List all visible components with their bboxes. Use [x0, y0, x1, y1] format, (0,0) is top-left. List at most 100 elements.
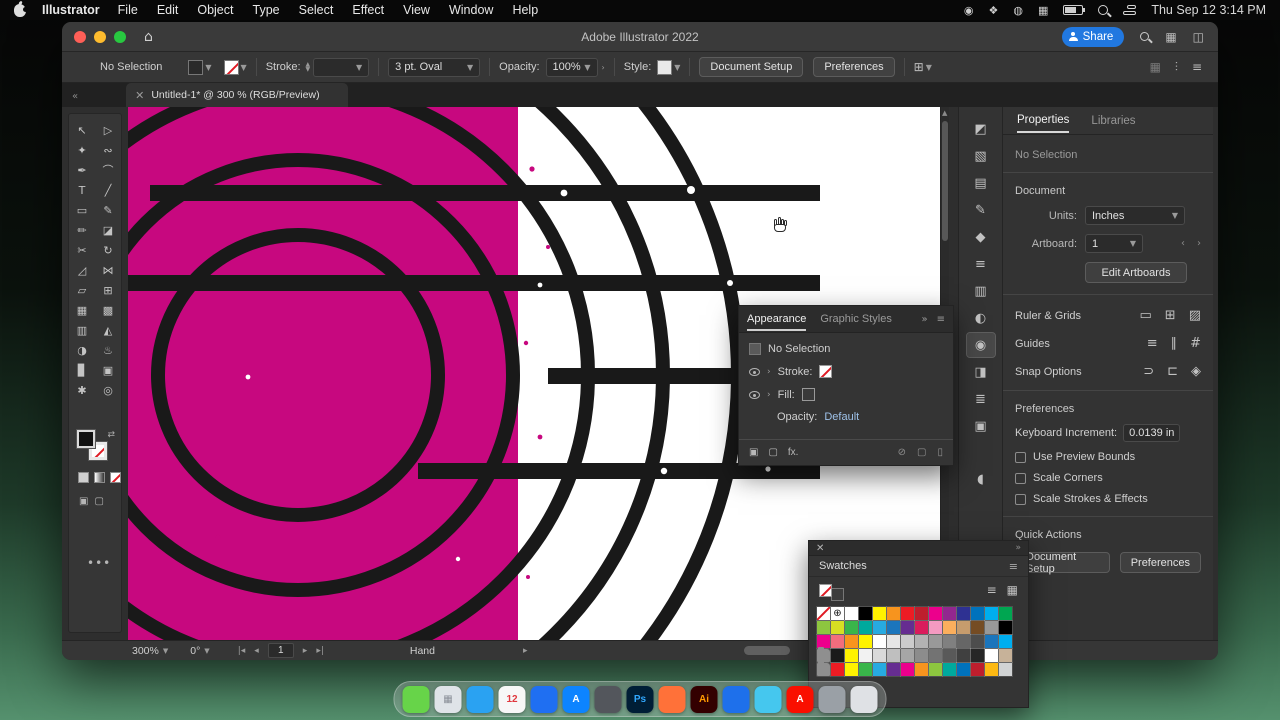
dock-app-photoshop[interactable]: Ps	[626, 685, 654, 713]
use-preview-bounds-checkbox[interactable]	[1015, 451, 1026, 463]
swatch-00a651[interactable]	[998, 606, 1013, 621]
arrange-documents-icon[interactable]: ▦	[1165, 30, 1176, 44]
close-swatches-icon[interactable]: ✕	[816, 543, 824, 554]
tool-pencil[interactable]: ✏	[69, 220, 95, 240]
menubar-clock[interactable]: Thu Sep 12 3:14 PM	[1151, 3, 1266, 17]
workspace-switcher-icon[interactable]: ◫	[1193, 30, 1204, 44]
swatch-00aeef[interactable]	[998, 634, 1013, 649]
minimize-window-button[interactable]	[94, 30, 106, 43]
lock-guides-icon[interactable]: ∥	[1171, 336, 1178, 351]
tool-rotate[interactable]: ↻	[95, 240, 121, 260]
next-artboard-icon[interactable]: ›	[1197, 238, 1201, 249]
swatch-27aae1[interactable]	[872, 662, 887, 677]
tool-eyedropper[interactable]: ◭	[95, 320, 121, 340]
appearance-menu-icon[interactable]: ≡	[937, 314, 945, 325]
swatch-39b54a[interactable]	[844, 620, 859, 635]
edit-artboards-button[interactable]: Edit Artboards	[1085, 262, 1187, 283]
swatch-d1d3d4[interactable]	[998, 662, 1013, 677]
gradient-panel-icon[interactable]: ▥	[967, 279, 995, 303]
tool-rectangle[interactable]: ▭	[69, 200, 95, 220]
swatch-999999[interactable]	[984, 620, 999, 635]
menu-file[interactable]: File	[118, 3, 138, 17]
align-chevron-icon[interactable]: ▼	[926, 63, 932, 72]
swatch-0072bc[interactable]	[956, 662, 971, 677]
grid-view-icon[interactable]: ▦	[1007, 583, 1018, 597]
swatch-da1c5c[interactable]	[914, 620, 929, 635]
control-center-icon[interactable]	[1123, 4, 1137, 16]
style-chevron-icon[interactable]: ▼	[674, 63, 680, 72]
stroke-visibility-icon[interactable]	[749, 367, 760, 376]
swatch-595959[interactable]	[942, 648, 957, 663]
swatch-754c24[interactable]	[970, 620, 985, 635]
layers-panel-icon[interactable]: ≣	[967, 387, 995, 411]
swatch-ed1c24[interactable]	[900, 606, 915, 621]
tool-scale[interactable]: ◿	[69, 260, 95, 280]
home-icon[interactable]: ⌂	[144, 29, 153, 45]
swatch-ed1c24[interactable]	[830, 662, 845, 677]
fill-disclosure-icon[interactable]: ›	[767, 390, 771, 400]
swatches-menu-icon[interactable]: ≡	[1009, 560, 1018, 573]
tool-column-graph[interactable]: ▊	[69, 360, 95, 380]
tool-perspective-grid[interactable]: ▦	[69, 300, 95, 320]
panel-menu-icon[interactable]: ≡	[1192, 60, 1202, 75]
swatch-e6e6e6[interactable]	[886, 634, 901, 649]
close-document-icon[interactable]: ✕	[135, 89, 144, 102]
first-artboard-icon[interactable]: |◂	[238, 646, 246, 656]
show-rulers-icon[interactable]: ▭	[1140, 308, 1152, 323]
swatch-1b75bc[interactable]	[886, 620, 901, 635]
swatch-f26d7d[interactable]	[830, 634, 845, 649]
libraries-panel-icon[interactable]: ▤	[967, 171, 995, 195]
dock-app-firefox[interactable]	[658, 685, 686, 713]
swatch-000000[interactable]	[998, 620, 1013, 635]
keyboard-increment-value[interactable]: 0.0139 in	[1123, 424, 1181, 442]
clear-appearance-icon[interactable]: ⊘	[898, 447, 906, 458]
tool-blend[interactable]: ◑	[69, 340, 95, 360]
swatch-27aae1[interactable]	[872, 620, 887, 635]
tool-lasso[interactable]: ∾	[95, 140, 121, 160]
fill-chevron-icon[interactable]: ▼	[205, 63, 211, 72]
tab-properties[interactable]: Properties	[1017, 108, 1070, 133]
dock-app-app-store[interactable]: A	[562, 685, 590, 713]
tool-paintbrush[interactable]: ✎	[95, 200, 121, 220]
swatch-fdb913[interactable]	[984, 662, 999, 677]
menu-effect[interactable]: Effect	[352, 3, 384, 17]
swatch-a6a6a6[interactable]	[900, 648, 915, 663]
swatch-f7941e[interactable]	[844, 634, 859, 649]
menu-view[interactable]: View	[403, 3, 430, 17]
dock-app-skype[interactable]	[754, 685, 782, 713]
swatch-8dc63f[interactable]	[816, 620, 831, 635]
dock-app-system-preferences[interactable]	[594, 685, 622, 713]
tab-graphic-styles[interactable]: Graphic Styles	[820, 313, 892, 325]
dock-app-messages[interactable]	[402, 685, 430, 713]
swap-fill-stroke-icon[interactable]: ⇄	[107, 430, 115, 440]
asset-export-panel-icon[interactable]: ▣	[967, 414, 995, 438]
swatch-662d91[interactable]	[886, 662, 901, 677]
swatch-92278f[interactable]	[942, 606, 957, 621]
scale-corners-checkbox[interactable]	[1015, 472, 1026, 484]
dock-app-calendar[interactable]: 12	[498, 685, 526, 713]
swatch-group[interactable]	[816, 661, 831, 677]
menu-edit[interactable]: Edit	[157, 3, 179, 17]
swatch-1a1a1a[interactable]	[830, 648, 845, 663]
align-options-icon[interactable]: ⊞	[914, 60, 924, 74]
swatch-fff200[interactable]	[872, 606, 887, 621]
swatch-ffffff[interactable]	[984, 648, 999, 663]
appearance-stroke-swatch[interactable]	[819, 365, 833, 378]
tool-width[interactable]: ⋈	[95, 260, 121, 280]
swatch-c7b299[interactable]	[998, 648, 1013, 663]
dock-app-safari[interactable]	[466, 685, 494, 713]
swatch-8dc63f[interactable]	[928, 662, 943, 677]
swatch-b3b3b3[interactable]	[914, 634, 929, 649]
tool-scissors[interactable]: ✂	[69, 240, 95, 260]
swatch-none[interactable]	[816, 606, 831, 621]
swatch-262626[interactable]	[970, 648, 985, 663]
swatch-f7941e[interactable]	[914, 662, 929, 677]
add-new-fill-icon[interactable]: ▢	[768, 447, 777, 458]
preferences-button[interactable]: Preferences	[813, 57, 895, 77]
appearance-opacity-value[interactable]: Default	[824, 411, 859, 423]
swatch-666666[interactable]	[956, 634, 971, 649]
graphic-styles-panel-icon[interactable]: ◨	[967, 360, 995, 384]
dock-app-mail[interactable]	[530, 685, 558, 713]
opacity-options-icon[interactable]: ›	[602, 63, 605, 72]
edit-toolbar-icon[interactable]: •••	[87, 556, 111, 570]
